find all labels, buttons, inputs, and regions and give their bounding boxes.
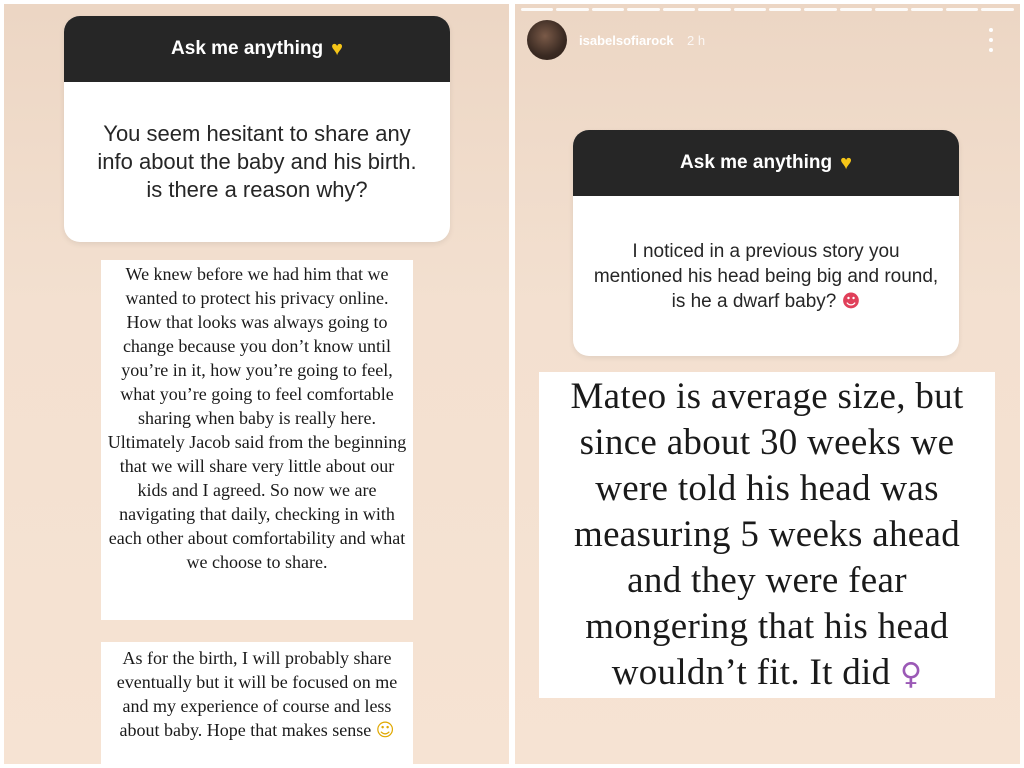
- question-sticker-header: Ask me anything ♥: [64, 16, 450, 82]
- shrugging-woman-icon: ♀: [899, 657, 923, 692]
- progress-segment: [875, 8, 908, 11]
- timestamp: 2 h: [687, 33, 706, 48]
- yellow-heart-icon: ♥: [331, 37, 343, 60]
- right-story-panel: isabelsofiarock 2 h Ask me anything ♥ I …: [515, 4, 1020, 764]
- answer-text-block: Mateo is average size, but since about 3…: [539, 372, 995, 698]
- progress-segment: [768, 8, 802, 11]
- heart-eyes-icon: ☻: [841, 290, 861, 312]
- answer-text-block: As for the birth, I will probably share …: [101, 642, 413, 764]
- more-vertical-icon[interactable]: [985, 28, 997, 52]
- question-sticker-title: Ask me anything: [680, 152, 833, 173]
- progress-segment: [946, 8, 979, 11]
- menu-dot: [989, 38, 993, 42]
- progress-segment: [733, 8, 766, 11]
- progress-segment: [698, 8, 731, 11]
- answer-text: Mateo is average size, but since about 3…: [570, 376, 964, 693]
- progress-segment: [521, 8, 554, 11]
- avatar[interactable]: [527, 20, 567, 60]
- progress-segment: [839, 8, 873, 11]
- left-story-panel: Ask me anything ♥ You seem hesitant to s…: [4, 4, 509, 764]
- question-text: You seem hesitant to share any info abou…: [97, 121, 417, 202]
- menu-dot: [989, 48, 993, 52]
- question-sticker: Ask me anything ♥ I noticed in a previou…: [573, 130, 959, 356]
- progress-segment: [981, 8, 1014, 11]
- story-progress-bar: [521, 8, 1014, 11]
- question-sticker: Ask me anything ♥ You seem hesitant to s…: [64, 16, 450, 242]
- slightly-smiling-face-icon: ☺: [375, 720, 395, 741]
- answer-text-block: We knew before we had him that we wanted…: [101, 260, 413, 620]
- progress-segment: [591, 8, 625, 11]
- question-text: I noticed in a previous story you mentio…: [593, 240, 939, 312]
- progress-segment: [662, 8, 696, 11]
- progress-segment: [910, 8, 944, 11]
- question-text-container: I noticed in a previous story you mentio…: [573, 196, 959, 356]
- username[interactable]: isabelsofiarock: [579, 33, 674, 48]
- yellow-heart-icon: ♥: [840, 151, 852, 174]
- question-sticker-header: Ask me anything ♥: [573, 130, 959, 196]
- menu-dot: [989, 28, 993, 32]
- question-sticker-title: Ask me anything: [171, 38, 324, 59]
- progress-segment: [804, 8, 837, 11]
- answer-text: As for the birth, I will probably share …: [116, 648, 398, 740]
- progress-segment: [556, 8, 589, 11]
- progress-segment: [627, 8, 660, 11]
